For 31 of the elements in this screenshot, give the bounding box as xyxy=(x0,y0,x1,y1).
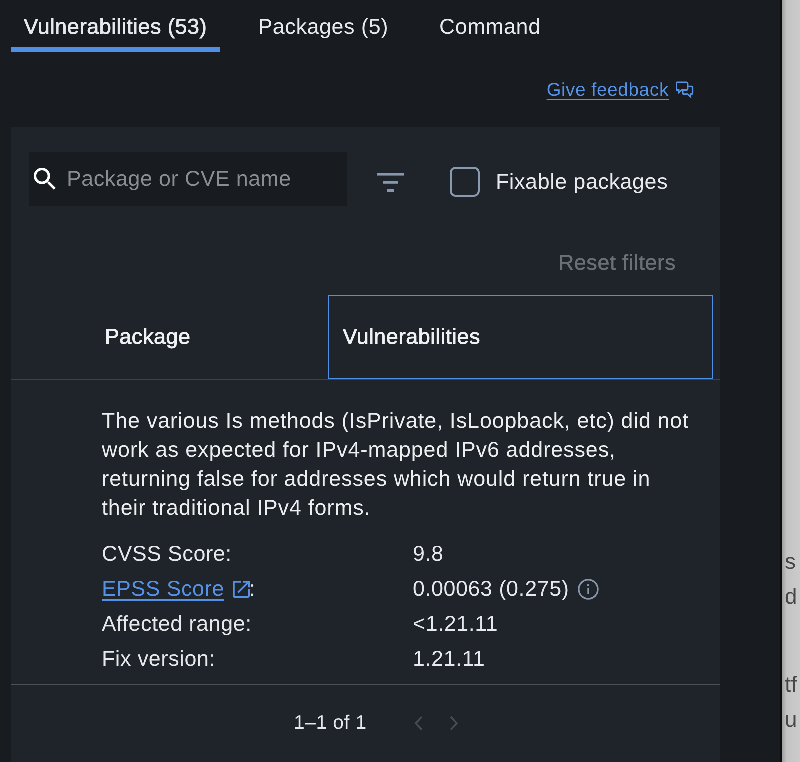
info-icon[interactable] xyxy=(578,579,600,600)
detail-value: <1.21.11 xyxy=(413,612,498,637)
search-field[interactable]: Package or CVE name xyxy=(29,152,347,206)
tab[interactable]: Command xyxy=(426,0,554,52)
fixable-checkbox[interactable] xyxy=(450,167,480,197)
vulnerability-description: The various Is methods (IsPrivate, IsLoopback, etc) did not work as expected for IPv4-mapped IPv6 addresses, returning false for addresses which would return true in their traditional IPv4 forms. xyxy=(102,408,690,522)
tab[interactable]: Packages (5) xyxy=(245,0,402,52)
label-colon: : xyxy=(250,577,256,602)
external-link-icon xyxy=(232,581,250,598)
chat-bubbles-icon xyxy=(676,81,694,98)
detail-value: 9.8 xyxy=(413,542,444,567)
page-range: 1–1 of 1 xyxy=(294,712,367,735)
background-text: tf xyxy=(785,671,798,699)
tab[interactable]: Vulnerabilities (53) xyxy=(11,0,220,52)
detail-link[interactable]: EPSS Score xyxy=(102,577,250,602)
detail-value: 1.21.11 xyxy=(413,647,486,672)
detail-label: CVSS Score: xyxy=(102,542,233,567)
column-header[interactable]: Package xyxy=(88,295,328,379)
chevron-right-icon xyxy=(450,716,460,731)
checkbox-label[interactable]: Fixable packages xyxy=(496,170,668,194)
give-feedback-link[interactable]: Give feedback xyxy=(546,78,694,100)
background-text: u xyxy=(785,706,798,734)
filter-icon[interactable] xyxy=(376,172,405,192)
detail-value: 0.00063 (0.275) xyxy=(413,577,570,602)
background-text: s xyxy=(785,548,797,576)
chevron-left-icon xyxy=(414,716,424,731)
detail-label: Fix version: xyxy=(102,647,217,672)
search-icon xyxy=(34,168,56,190)
background-text: d xyxy=(785,583,798,611)
detail-label: Affected range: xyxy=(102,612,253,637)
column-header[interactable]: Vulnerabilities xyxy=(328,295,713,379)
